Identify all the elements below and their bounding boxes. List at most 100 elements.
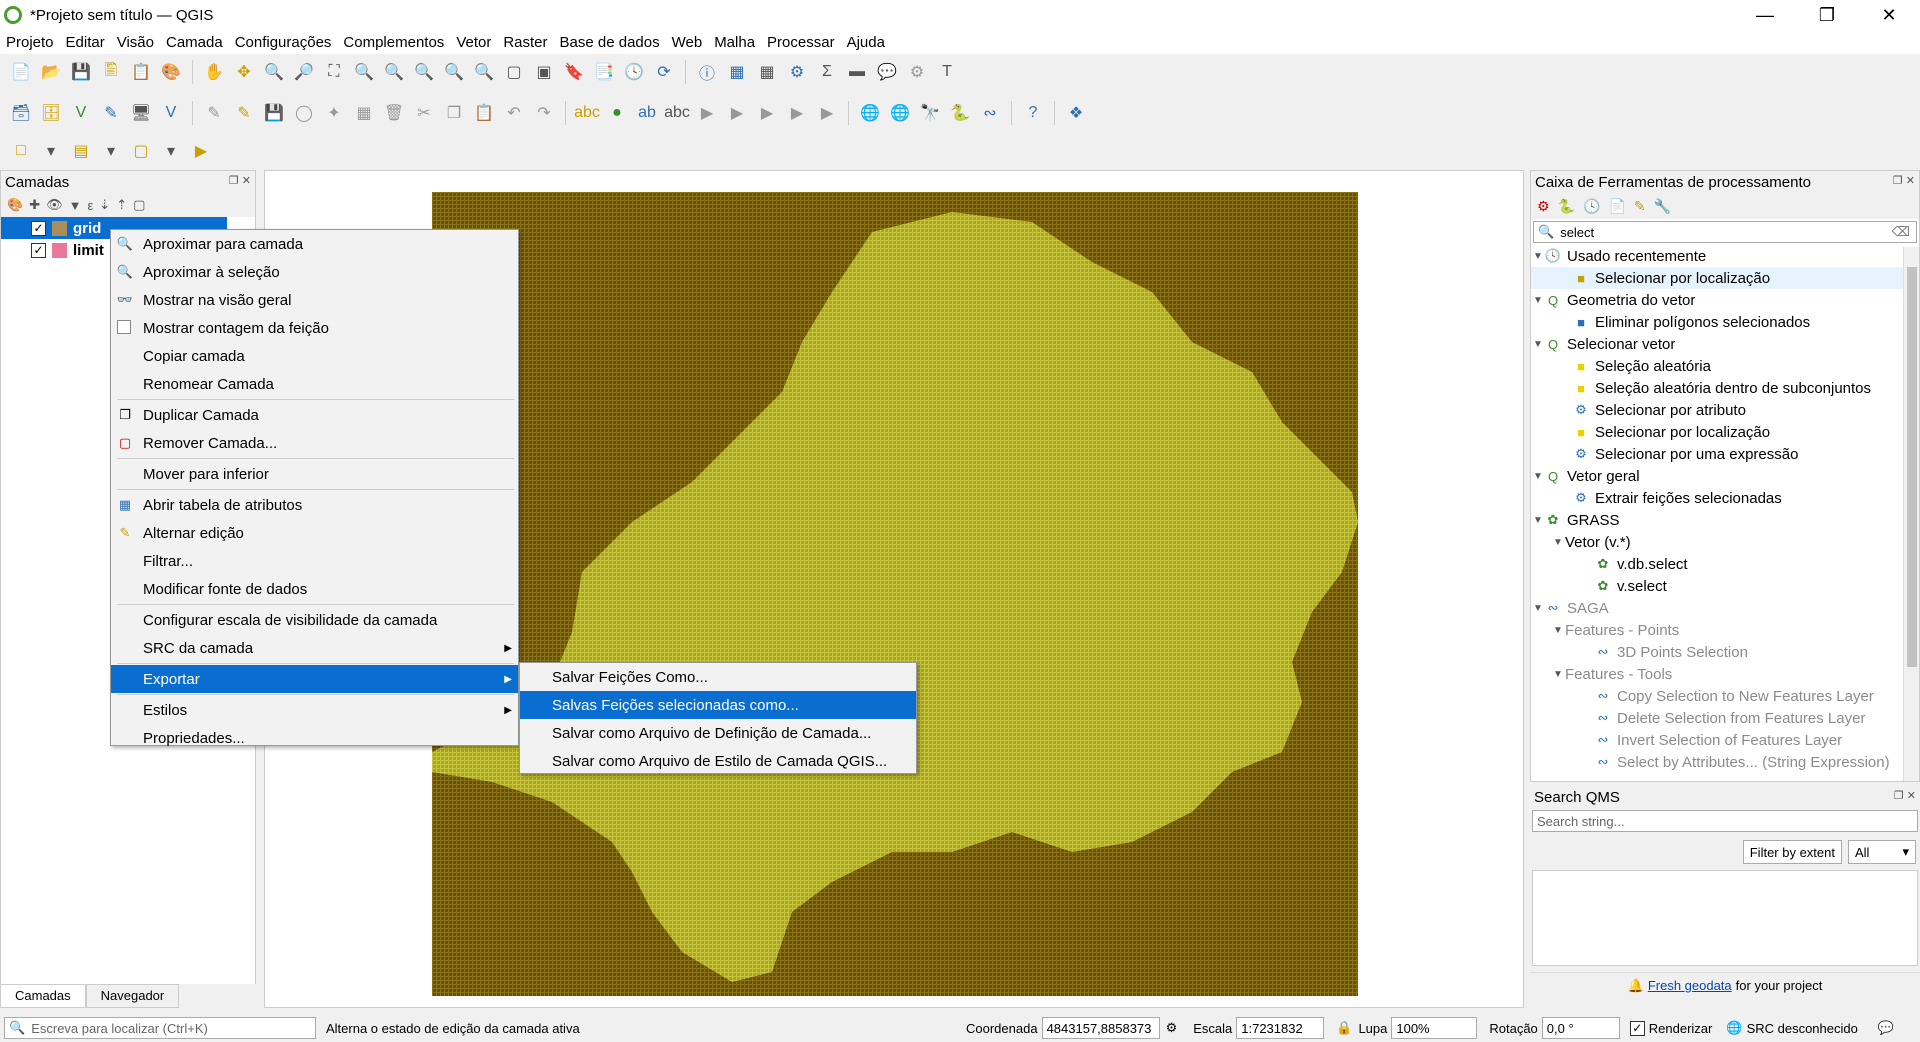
tree-item[interactable]: ■ Seleção aleatória [1531, 355, 1919, 377]
select-features-icon[interactable]: □ [8, 138, 34, 164]
identify-icon[interactable]: ⓘ [694, 59, 720, 85]
delete-selected-icon[interactable]: 🗑 [381, 100, 407, 126]
menu-item-mover-inferior[interactable]: Mover para inferior [111, 460, 518, 488]
annotation-icon[interactable]: ⚙ [904, 59, 930, 85]
menu-item-propriedades[interactable]: Propriedades... [111, 724, 518, 752]
filter-by-extent-button[interactable]: Filter by extent [1742, 840, 1842, 864]
fresh-geodata-link[interactable]: Fresh geodata [1648, 978, 1732, 993]
collapse-all-icon[interactable]: ⇡ [116, 197, 127, 213]
tree-group-grass[interactable]: ▼ ✿ GRASS [1531, 509, 1919, 531]
rotate-label-icon[interactable]: ▶ [724, 100, 750, 126]
options-icon[interactable]: 🔧 [1654, 198, 1671, 215]
new-3d-view-icon[interactable]: ▣ [531, 59, 557, 85]
menu-item-mostrar-contagem[interactable]: Mostrar contagem da feição [111, 314, 518, 342]
change-label-icon[interactable]: ▶ [754, 100, 780, 126]
python-console-icon[interactable]: 🐍 [947, 100, 973, 126]
layer-visibility-checkbox[interactable]: ✓ [31, 242, 46, 258]
tree-item[interactable]: ∾ Invert Selection of Features Layer [1531, 729, 1919, 751]
highlight-label-icon[interactable]: ▶ [784, 100, 810, 126]
select-by-value-icon[interactable]: ▤ [68, 138, 94, 164]
tree-item[interactable]: ■ Seleção aleatória dentro de subconjunto… [1531, 377, 1919, 399]
tree-item[interactable]: ■ Eliminar polígonos selecionados [1531, 311, 1919, 333]
tree-group-saga[interactable]: ▼ ∾ SAGA [1531, 597, 1919, 619]
coord-toggle-icon[interactable]: ⚙ [1166, 1020, 1178, 1036]
tree-subgroup-tools[interactable]: ▼ Features - Tools [1531, 663, 1919, 685]
temporal-icon[interactable]: 🕓 [621, 59, 647, 85]
plugin-icon[interactable]: ❖ [1063, 100, 1089, 126]
select-value-dropdown-icon[interactable]: ▾ [98, 138, 124, 164]
menu-item-copiar-camada[interactable]: Copiar camada [111, 342, 518, 370]
pin-labels-icon[interactable]: ab [634, 100, 660, 126]
menu-item-renomear-camada[interactable]: Renomear Camada [111, 370, 518, 398]
menu-camada[interactable]: Camada [160, 34, 229, 51]
tab-camadas[interactable]: Camadas [0, 984, 86, 1008]
tree-item[interactable]: ⚙ Selecionar por uma expressão [1531, 443, 1919, 465]
tree-item[interactable]: ■ Selecionar por localização [1531, 267, 1919, 289]
zoom-in-icon[interactable]: 🔍 [261, 59, 287, 85]
coord-input[interactable]: 4843157,8858373 [1041, 1017, 1160, 1039]
menu-complementos[interactable]: Complementos [337, 34, 450, 51]
refresh-icon[interactable]: ⟳ [651, 59, 677, 85]
qms-search-input[interactable]: Search string... [1532, 810, 1918, 832]
layer-visibility-checkbox[interactable]: ✓ [31, 220, 46, 236]
zoom-native-icon[interactable]: 🔍 [411, 59, 437, 85]
menu-item-mostrar-visao-geral[interactable]: 👓 Mostrar na visão geral [111, 286, 518, 314]
menu-item-aproximar-camada[interactable]: 🔍 Aproximar para camada [111, 230, 518, 258]
submenu-salvar-definicao[interactable]: Salvar como Arquivo de Definição de Cama… [520, 719, 916, 747]
toggle-editing-icon[interactable]: ✎ [231, 100, 257, 126]
menu-web[interactable]: Web [666, 34, 709, 51]
field-calculator-icon[interactable]: ▦ [754, 59, 780, 85]
menu-raster[interactable]: Raster [497, 34, 553, 51]
pan-to-selection-icon[interactable]: ✥ [231, 59, 257, 85]
zoom-last-icon[interactable]: 🔍 [441, 59, 467, 85]
messages-icon[interactable]: 💬 [1878, 1020, 1894, 1036]
lupa-input[interactable]: 100% [1391, 1017, 1478, 1039]
lock-icon[interactable]: 🔒 [1336, 1020, 1352, 1036]
clear-search-icon[interactable]: ⌫ [1892, 224, 1910, 240]
paste-icon[interactable]: 📋 [471, 100, 497, 126]
menu-item-src-camada[interactable]: SRC da camada ▶ [111, 634, 518, 662]
tree-item[interactable]: ■ Selecionar por localização [1531, 421, 1919, 443]
add-spatialite-icon[interactable]: 🖥 [128, 100, 154, 126]
data-source-manager-icon[interactable]: 🗃 [8, 100, 34, 126]
current-edits-icon[interactable]: ✎ [201, 100, 227, 126]
new-map-view-icon[interactable]: ▢ [501, 59, 527, 85]
label-props-icon[interactable]: ▶ [814, 100, 840, 126]
tree-group-vetor-geral[interactable]: ▼ Q Vetor geral [1531, 465, 1919, 487]
tree-item[interactable]: ⚙ Extrair feições selecionadas [1531, 487, 1919, 509]
tree-group-selecionar[interactable]: ▼ Q Selecionar vetor [1531, 333, 1919, 355]
filter-expression-icon[interactable]: ε [87, 198, 93, 213]
diagram-icon[interactable]: ● [604, 100, 630, 126]
menu-item-remover-camada[interactable]: ▢ Remover Camada... [111, 429, 518, 457]
processing-toolbox-icon[interactable]: ⚙ [784, 59, 810, 85]
locate-input[interactable]: 🔍 Escreva para localizar (Ctrl+K) [4, 1017, 316, 1039]
redo-icon[interactable]: ↷ [531, 100, 557, 126]
tree-subgroup-vetor[interactable]: ▼ Vetor (v.*) [1531, 531, 1919, 553]
menu-base-de-dados[interactable]: Base de dados [554, 34, 666, 51]
tree-item[interactable]: ✿ v.db.select [1531, 553, 1919, 575]
tree-item[interactable]: ∾ Select by Attributes... (String Express… [1531, 751, 1919, 773]
binoculars-icon[interactable]: 🔭 [917, 100, 943, 126]
new-project-icon[interactable]: 📄 [8, 59, 34, 85]
crs-label[interactable]: SRC desconhecido [1747, 1021, 1858, 1036]
panel-float-close-icon[interactable]: ❐ ✕ [1893, 174, 1915, 187]
submenu-salvar-estilo[interactable]: Salvar como Arquivo de Estilo de Camada … [520, 747, 916, 775]
tree-item[interactable]: ⚙ Selecionar por atributo [1531, 399, 1919, 421]
zoom-to-selection-icon[interactable]: 🔍 [351, 59, 377, 85]
menu-projeto[interactable]: Projeto [0, 34, 60, 51]
text-annotation-icon[interactable]: T [934, 59, 960, 85]
scale-input[interactable]: 1:7231832 [1236, 1017, 1325, 1039]
menu-ajuda[interactable]: Ajuda [841, 34, 891, 51]
add-delimited-text-icon[interactable]: ✎ [98, 100, 124, 126]
tree-subgroup-points[interactable]: ▼ Features - Points [1531, 619, 1919, 641]
tree-group-recent[interactable]: ▼ 🕓 Usado recentemente [1531, 245, 1919, 267]
tab-navegador[interactable]: Navegador [85, 984, 180, 1008]
expand-all-icon[interactable]: ⇣ [99, 197, 110, 213]
new-geopackage-icon[interactable]: 🗄 [38, 100, 64, 126]
copy-icon[interactable]: ❐ [441, 100, 467, 126]
render-checkbox[interactable]: ✓ [1629, 1020, 1645, 1036]
menu-item-aproximar-selecao[interactable]: 🔍 Aproximar à seleção [111, 258, 518, 286]
menu-item-exportar[interactable]: Exportar ▶ [111, 665, 518, 693]
tree-item[interactable]: ∾ 3D Points Selection [1531, 641, 1919, 663]
globe-icon[interactable]: 🌐 [1726, 1020, 1742, 1036]
